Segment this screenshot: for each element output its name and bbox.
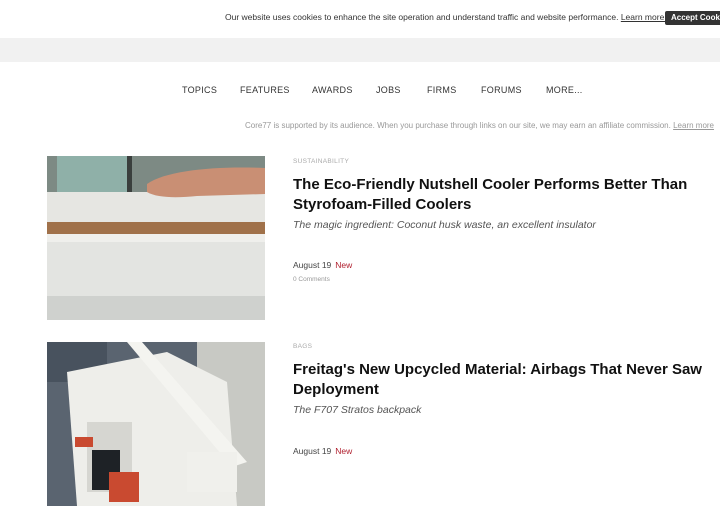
article-title[interactable]: The Eco-Friendly Nutshell Cooler Perform…: [293, 175, 703, 214]
nav-item-forums[interactable]: FORUMS: [481, 85, 522, 95]
nav-item-topics[interactable]: TOPICS: [182, 85, 217, 95]
cookie-banner: Our website uses cookies to enhance the …: [0, 0, 720, 38]
cookie-learn-more-link[interactable]: Learn more.: [621, 12, 667, 22]
new-badge: New: [335, 446, 353, 456]
affiliate-learn-more-link[interactable]: Learn more: [673, 121, 714, 130]
article-date-text: August 19: [293, 446, 332, 456]
article-category[interactable]: SUSTAINABILITY: [293, 158, 349, 165]
nav-item-features[interactable]: FEATURES: [240, 85, 290, 95]
article-comments-link[interactable]: 0 Comments: [293, 276, 330, 283]
article-title[interactable]: Freitag's New Upcycled Material: Airbags…: [293, 360, 703, 399]
nav-item-jobs[interactable]: JOBS: [376, 85, 401, 95]
backpack-photo: [47, 342, 265, 506]
main-nav: TOPICS FEATURES AWARDS JOBS FIRMS FORUMS…: [0, 85, 720, 99]
affiliate-notice: Core77 is supported by its audience. Whe…: [245, 121, 714, 130]
article-date-text: August 19: [293, 260, 332, 270]
cookie-message-text: Our website uses cookies to enhance the …: [225, 12, 619, 22]
affiliate-text: Core77 is supported by its audience. Whe…: [245, 121, 671, 130]
accept-cookie-button[interactable]: Accept Cookie: [665, 11, 720, 25]
header-band: [0, 38, 720, 62]
article-subtitle: The F707 Stratos backpack: [293, 404, 422, 416]
article-image-cooler[interactable]: [47, 156, 265, 320]
cooler-photo: [47, 156, 265, 320]
article-category[interactable]: BAGS: [293, 343, 312, 350]
article-date: August 19 New: [293, 260, 352, 270]
cookie-message: Our website uses cookies to enhance the …: [225, 12, 667, 22]
nav-item-firms[interactable]: FIRMS: [427, 85, 457, 95]
nav-item-more[interactable]: MORE...: [546, 85, 583, 95]
nav-item-awards[interactable]: AWARDS: [312, 85, 353, 95]
article-date: August 19 New: [293, 446, 352, 456]
new-badge: New: [335, 260, 353, 270]
article-subtitle: The magic ingredient: Coconut husk waste…: [293, 219, 596, 231]
article-image-backpack[interactable]: [47, 342, 265, 506]
